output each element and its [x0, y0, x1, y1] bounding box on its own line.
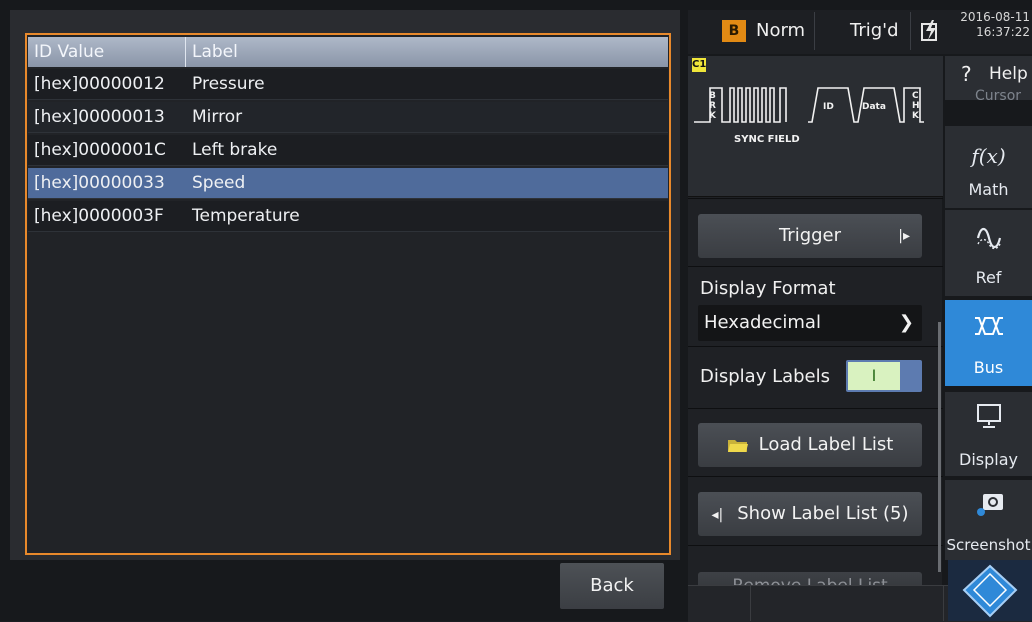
display-labels-toggle[interactable]: I — [846, 360, 922, 392]
ref-button[interactable]: Ref — [945, 210, 1032, 296]
play-left-icon: ◂| — [711, 507, 724, 523]
menu-divider — [688, 346, 943, 347]
trigger-state: Trig'd — [850, 20, 899, 41]
label-cell: Temperature — [192, 206, 300, 226]
column-header-label: Label — [192, 42, 238, 62]
status-divider — [814, 12, 815, 50]
sync-field-text: SYNC FIELD — [734, 134, 800, 145]
load-label-list-button[interactable]: Load Label List — [698, 423, 922, 467]
status-divider — [910, 12, 911, 50]
table-row[interactable]: [hex]00000012 Pressure — [28, 69, 668, 100]
id-value-cell: [hex]00000033 — [34, 173, 165, 193]
help-label: Help — [989, 64, 1028, 84]
math-label: Math — [968, 180, 1009, 199]
brk-r: R — [709, 101, 716, 111]
menu-divider — [688, 545, 943, 546]
lightning-icon[interactable] — [918, 18, 944, 44]
menu-divider — [688, 408, 943, 409]
trigger-source-badge[interactable]: B — [722, 20, 746, 42]
toggle-on-indicator: I — [848, 362, 900, 390]
play-right-icon: |▸ — [898, 228, 910, 244]
chk-h: H — [912, 101, 920, 111]
help-button[interactable]: ? Help Cursor — [945, 56, 1032, 104]
load-label-list-label: Load Label List — [758, 434, 894, 455]
channel-badge: C1 — [692, 58, 707, 72]
label-cell: Mirror — [192, 107, 243, 127]
display-labels-label: Display Labels — [700, 366, 831, 387]
cursor-label: Cursor — [975, 88, 1022, 104]
show-label-list-label: Show Label List (5) — [737, 503, 909, 524]
id-value-cell: [hex]00000012 — [34, 74, 165, 94]
bottom-divider — [943, 585, 944, 621]
id-value-cell: [hex]0000001C — [34, 140, 166, 160]
menu-divider — [688, 266, 943, 267]
label-table: ID Value Label [hex]00000012 Pressure [h… — [25, 33, 671, 555]
display-format-select[interactable]: Hexadecimal ❯ — [698, 305, 922, 341]
table-row[interactable]: [hex]0000001C Left brake — [28, 135, 668, 166]
folder-icon — [727, 440, 748, 452]
screenshot-label: Screenshot — [946, 536, 1031, 554]
menu-divider — [688, 198, 943, 199]
brk-b: B — [709, 91, 716, 101]
scope-screen: ID Value Label [hex]00000012 Pressure [h… — [0, 0, 1032, 622]
back-button[interactable]: Back — [560, 563, 664, 609]
label-cell: Left brake — [192, 140, 278, 160]
display-button[interactable]: Display — [945, 392, 1032, 476]
table-body: [hex]00000012 Pressure [hex]00000013 Mir… — [28, 69, 668, 234]
ref-label: Ref — [975, 268, 1002, 287]
bus-icon — [975, 317, 1003, 335]
monitor-icon — [977, 404, 1001, 428]
load-label-list-content: Load Label List — [698, 423, 922, 467]
trigger-mode[interactable]: Norm — [756, 20, 805, 42]
time-text: 16:37:22 — [976, 25, 1030, 39]
label-list-dialog: ID Value Label [hex]00000012 Pressure [h… — [10, 10, 680, 560]
bottom-divider — [750, 585, 751, 621]
date-text: 2016-08-11 — [960, 10, 1030, 24]
camera-icon — [977, 494, 1003, 516]
menu-divider — [688, 476, 943, 477]
bus-button[interactable]: Bus — [945, 300, 1032, 386]
rohde-schwarz-logo[interactable] — [948, 560, 1032, 621]
table-row-selected[interactable]: [hex]00000033 Speed — [28, 168, 668, 199]
datetime-readout: 2016-08-11 16:37:22 — [956, 10, 1030, 40]
column-header-id-value: ID Value — [28, 37, 186, 67]
chk-k: K — [912, 111, 920, 121]
display-label: Display — [959, 450, 1018, 469]
table-row[interactable]: [hex]00000013 Mirror — [28, 102, 668, 133]
data-field-text: Data — [862, 102, 886, 112]
display-format-label: Display Format — [700, 278, 836, 299]
reference-waveform-icon — [976, 227, 1002, 250]
math-button[interactable]: f(x) Math — [945, 126, 1032, 208]
function-icon: f(x) — [971, 144, 1006, 168]
question-icon: ? — [961, 62, 972, 86]
id-field-text: ID — [823, 102, 834, 112]
table-header: ID Value Label — [28, 37, 668, 67]
brk-k: K — [709, 111, 717, 121]
lin-frame-diagram: B R K ID Data C H K SYNC FIELD — [694, 87, 924, 145]
show-label-list-content: ◂| Show Label List (5) — [698, 492, 922, 537]
label-cell: Pressure — [192, 74, 265, 94]
trigger-button[interactable]: Trigger |▸ — [698, 214, 922, 258]
chk-c: C — [912, 91, 919, 101]
id-value-cell: [hex]00000013 — [34, 107, 165, 127]
menu-scrollbar[interactable] — [938, 322, 941, 572]
chevron-down-icon: ❯ — [898, 312, 914, 333]
show-label-list-button[interactable]: ◂| Show Label List (5) — [698, 492, 922, 536]
display-format-value: Hexadecimal — [704, 312, 821, 333]
screenshot-button[interactable]: Screenshot — [945, 480, 1032, 560]
bus-label: Bus — [973, 358, 1004, 377]
label-cell: Speed — [192, 173, 246, 193]
id-value-cell: [hex]0000003F — [34, 206, 164, 226]
table-row[interactable]: [hex]0000003F Temperature — [28, 201, 668, 232]
trigger-button-label: Trigger — [778, 225, 842, 246]
